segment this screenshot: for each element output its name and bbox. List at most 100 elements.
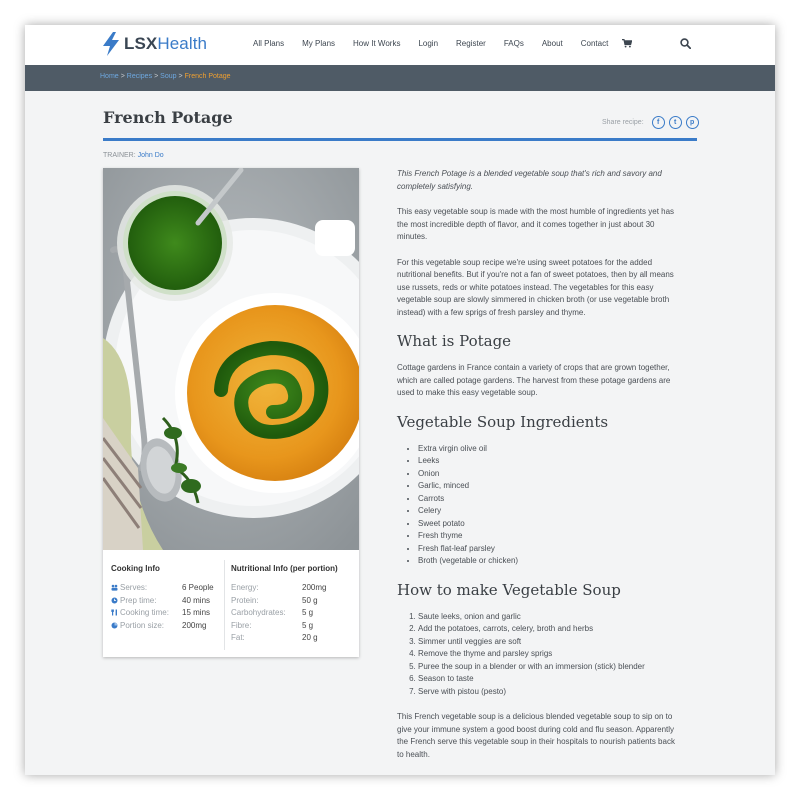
list-item: Season to taste	[418, 673, 682, 686]
list-item: Leeks	[418, 455, 682, 468]
energy-value: 200mg	[302, 583, 327, 592]
recipe-photo	[103, 168, 359, 550]
info-cooking-time: Cooking time: 15 mins	[111, 608, 221, 617]
pie-icon	[111, 622, 118, 628]
info-portion-size: Portion size: 200mg	[111, 621, 221, 630]
fibre-value: 5 g	[302, 620, 314, 630]
heading-what-is-potage: What is Potage	[397, 332, 512, 350]
nav-all-plans[interactable]: All Plans	[253, 39, 284, 48]
title-divider	[103, 138, 697, 141]
list-item: Carrots	[418, 493, 682, 506]
breadcrumb-bar: Home > Recipes > Soup > French Potage	[25, 65, 775, 91]
people-icon	[111, 584, 118, 591]
list-item: Extra virgin olive oil	[418, 443, 682, 456]
prep-time-value: 40 mins	[182, 595, 211, 605]
share-recipe: Share recipe: f t p	[602, 116, 699, 129]
info-prep-time: Prep time: 40 mins	[111, 596, 221, 605]
list-item: Celery	[418, 505, 682, 518]
cooking-time-label: Cooking time:	[120, 608, 169, 617]
logo-health: Health	[157, 34, 208, 53]
list-item: Fresh thyme	[418, 530, 682, 543]
lightning-bolt-icon	[103, 32, 119, 56]
list-item: Fresh flat-leaf parsley	[418, 543, 682, 556]
carbohydrates-value: 5 g	[302, 608, 314, 617]
breadcrumb-separator: >	[178, 73, 183, 80]
list-item: Onion	[418, 468, 682, 481]
logo-lsx: LSX	[124, 34, 158, 53]
serves-label: Serves:	[120, 583, 148, 592]
list-item: Sweet potato	[418, 518, 682, 531]
protein-label: Protein:	[231, 595, 259, 605]
breadcrumb-separator: >	[120, 73, 125, 80]
carbohydrates-label: Carbohydrates:	[231, 608, 286, 617]
info-divider	[224, 560, 225, 650]
prep-time-label: Prep time:	[120, 595, 157, 605]
list-item: Broth (vegetable or chicken)	[418, 555, 682, 568]
fat-label: Fat:	[231, 633, 245, 642]
heading-ingredients: Vegetable Soup Ingredients	[397, 412, 609, 431]
utensils-icon	[111, 609, 117, 616]
trainer-name-link[interactable]: John Do	[138, 152, 164, 159]
info-fat: Fat: 20 g	[231, 633, 356, 642]
list-item: Remove the thyme and parsley sprigs	[418, 648, 682, 661]
intro-paragraph: This French Potage is a blended vegetabl…	[397, 169, 662, 191]
paragraph: This easy vegetable soup is made with th…	[397, 207, 675, 241]
nav-register[interactable]: Register	[456, 39, 486, 48]
nav-how-it-works[interactable]: How It Works	[353, 39, 400, 48]
list-item: Serve with pistou (pesto)	[418, 686, 682, 699]
method-steps-list: Saute leeks, onion and garlic Add the po…	[418, 611, 682, 699]
main-nav: All Plans My Plans How It Works Login Re…	[253, 39, 633, 48]
info-carbohydrates: Carbohydrates: 5 g	[231, 608, 356, 617]
nav-faqs[interactable]: FAQs	[504, 39, 524, 48]
fat-value: 20 g	[302, 633, 318, 642]
info-protein: Protein: 50 g	[231, 596, 356, 605]
soup-illustration	[103, 168, 359, 550]
breadcrumb: Home > Recipes > Soup > French Potage	[100, 73, 231, 80]
browser-page: LSXHealth All Plans My Plans How It Work…	[25, 25, 775, 775]
trainer-line: TRAINER: John Do	[103, 152, 164, 159]
breadcrumb-current: French Potage	[184, 73, 231, 80]
paragraph: For this vegetable soup recipe we're usi…	[397, 257, 674, 317]
nav-login[interactable]: Login	[418, 39, 438, 48]
breadcrumb-soup[interactable]: Soup	[160, 73, 176, 80]
trainer-label: TRAINER:	[103, 152, 136, 159]
list-item: Saute leeks, onion and garlic	[418, 611, 682, 624]
site-logo[interactable]: LSXHealth	[101, 32, 207, 56]
fibre-label: Fibre:	[231, 620, 252, 630]
nav-my-plans[interactable]: My Plans	[302, 39, 335, 48]
pinterest-share-button[interactable]: p	[685, 116, 699, 129]
twitter-share-button[interactable]: t	[668, 116, 682, 129]
cooking-time-value: 15 mins	[182, 608, 211, 617]
energy-label: Energy:	[231, 583, 259, 592]
list-item: Puree the soup in a blender or with an i…	[418, 661, 682, 674]
list-item: Garlic, minced	[418, 480, 682, 493]
breadcrumb-recipes[interactable]: Recipes	[127, 73, 152, 80]
nav-contact[interactable]: Contact	[581, 39, 609, 48]
ingredients-list: Extra virgin olive oil Leeks Onion Garli…	[418, 443, 682, 568]
cooking-info-heading: Cooking Info	[111, 564, 160, 573]
info-fibre: Fibre: 5 g	[231, 621, 356, 630]
recipe-article: This French Potage is a blended vegetabl…	[397, 168, 682, 774]
breadcrumb-home[interactable]: Home	[100, 73, 119, 80]
search-icon[interactable]	[680, 38, 691, 49]
recipe-card: Cooking Info Nutritional Info (per porti…	[103, 168, 359, 657]
cart-icon[interactable]	[622, 39, 633, 48]
breadcrumb-separator: >	[154, 73, 159, 80]
paragraph: This French vegetable soup is a deliciou…	[397, 712, 675, 759]
paragraph: Cottage gardens in France contain a vari…	[397, 363, 671, 397]
logo-text: LSXHealth	[124, 34, 207, 54]
portion-size-label: Portion size:	[120, 620, 165, 630]
info-energy: Energy: 200mg	[231, 583, 356, 592]
nav-about[interactable]: About	[542, 39, 563, 48]
portion-size-value: 200mg	[182, 620, 207, 630]
list-item: Add the potatoes, carrots, celery, broth…	[418, 623, 682, 636]
recipe-info: Cooking Info Nutritional Info (per porti…	[103, 550, 359, 657]
serves-value: 6 People	[182, 583, 214, 592]
info-serves: Serves: 6 People	[111, 583, 221, 592]
facebook-share-button[interactable]: f	[651, 116, 665, 129]
clock-icon	[111, 597, 118, 603]
share-label: Share recipe:	[602, 119, 644, 126]
protein-value: 50 g	[302, 595, 318, 605]
nutrition-info-heading: Nutritional Info (per portion)	[231, 564, 338, 573]
list-item: Simmer until veggies are soft	[418, 636, 682, 649]
